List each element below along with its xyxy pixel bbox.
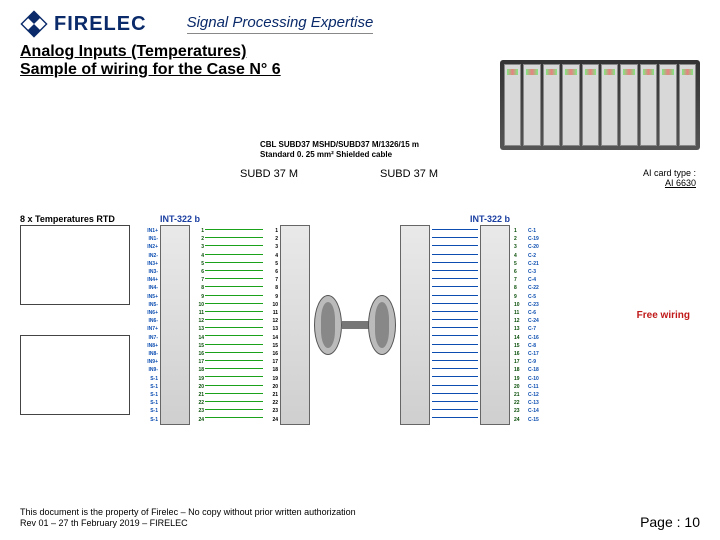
header: FIRELEC Signal Processing Expertise xyxy=(0,0,720,43)
rtd-count-label: 8 x Temperatures RTD xyxy=(20,214,115,224)
ai-card-type: AI card type : AI 6630 xyxy=(643,168,696,188)
logo-icon xyxy=(20,10,48,38)
footer-legal: This document is the property of Firelec… xyxy=(20,507,356,530)
footer-line-1: This document is the property of Firelec… xyxy=(20,507,356,519)
connector-right: SUBD 37 M xyxy=(380,168,438,180)
pin-numbers-right: 123456789101112131415161718192021222324 xyxy=(514,227,526,424)
footer-line-2: Rev 01 – 27 th February 2019 – FIRELEC xyxy=(20,518,356,530)
wires-left xyxy=(205,229,263,425)
pin-numbers-mid: 123456789101112131415161718192021222324 xyxy=(264,227,278,424)
subd-connector-left-icon xyxy=(314,295,342,355)
cable-ref: CBL SUBD37 MSHD/SUBD37 M/1326/15 m xyxy=(260,140,419,150)
cable-spec: Standard 0. 25 mm² Shielded cable xyxy=(260,150,419,160)
brand-logo: FIRELEC xyxy=(20,10,147,38)
cable-link-icon xyxy=(342,321,370,329)
pin-numbers-left: 123456789101112131415161718192021222324 xyxy=(192,227,204,424)
cable-label: CBL SUBD37 MSHD/SUBD37 M/1326/15 m Stand… xyxy=(260,140,419,159)
ai-card-model[interactable]: AI 6630 xyxy=(665,178,696,188)
page-number: Page : 10 xyxy=(640,514,700,530)
interface-label-right: INT-322 b xyxy=(470,214,510,224)
terminal-card-left xyxy=(160,225,190,425)
brand-tagline: Signal Processing Expertise xyxy=(187,14,374,34)
cable-card-right xyxy=(400,225,430,425)
interface-label-left: INT-322 b xyxy=(160,214,200,224)
ai-card-prefix: AI card type : xyxy=(643,168,696,178)
footer: This document is the property of Firelec… xyxy=(20,507,700,530)
rtd-block-bottom xyxy=(20,335,130,415)
pin-labels-right: C-1C-19C-20C-2C-21C-3C-4C-22C-5C-23C-6C-… xyxy=(528,227,550,424)
title-line-1: Analog Inputs (Temperatures) xyxy=(20,43,700,61)
connector-left: SUBD 37 M xyxy=(240,168,298,180)
rtd-block-top xyxy=(20,225,130,305)
terminal-card-right xyxy=(480,225,510,425)
cable-card-left xyxy=(280,225,310,425)
subd-connector-right-icon xyxy=(368,295,396,355)
rack-photo xyxy=(500,60,700,150)
brand-name: FIRELEC xyxy=(54,13,147,36)
wires-right xyxy=(432,229,478,425)
pin-labels-left: IN1+IN1-IN2+IN2-IN3+IN3-IN4+IN4-IN5+IN5-… xyxy=(142,227,158,424)
wiring-diagram: IN1+IN1-IN2+IN2-IN3+IN3-IN4+IN4-IN5+IN5-… xyxy=(20,225,680,435)
